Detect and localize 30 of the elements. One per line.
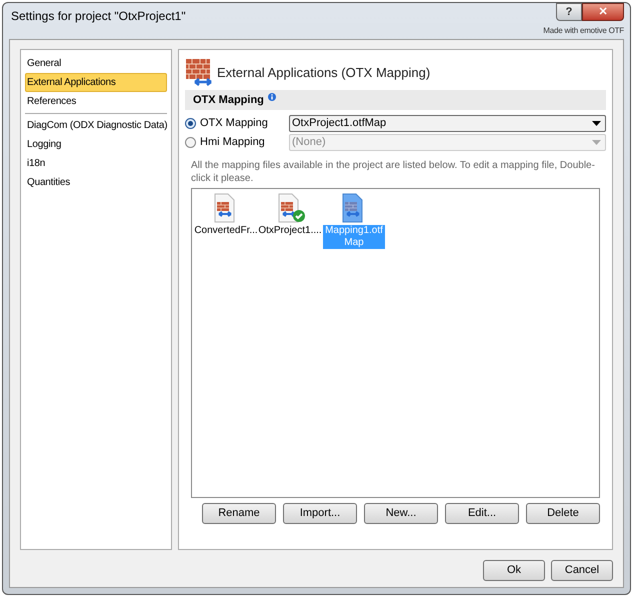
action-button[interactable]: Import... (283, 503, 357, 524)
action-button[interactable]: Edit... (445, 503, 519, 524)
radio-button[interactable] (185, 137, 196, 148)
hint-text: All the mapping files available in the project are listed below. To edit a mapping file, Double-click it please. (190, 159, 596, 185)
branding-label: Made with emotive OTF (543, 25, 624, 37)
sidebar-item[interactable]: General (25, 54, 167, 73)
sidebar-item[interactable]: Logging (25, 135, 167, 154)
sidebar-item[interactable]: References (25, 92, 167, 111)
sidebar-item[interactable]: External Applications (25, 73, 167, 92)
window-title: Settings for project "OtxProject1" (10, 8, 186, 25)
info-icon (268, 93, 276, 101)
radio-button[interactable] (185, 118, 196, 129)
sidebar-item[interactable]: DiagCom (ODX Diagnostic Data) (25, 116, 167, 135)
page-title: External Applications (OTX Mapping) (217, 64, 430, 82)
section-header: OTX Mapping (185, 90, 606, 110)
file-item[interactable]: OtxProject1.... (257, 225, 323, 237)
help-button[interactable]: ? (556, 3, 582, 21)
action-button[interactable]: Delete (526, 503, 600, 524)
radio-label[interactable]: OTX Mapping (200, 115, 268, 132)
dropdown-field[interactable]: OtxProject1.otfMap (289, 115, 606, 132)
dialog-button[interactable]: Cancel (551, 560, 613, 581)
caret-icon (592, 140, 601, 145)
radio-label[interactable]: Hmi Mapping (200, 134, 265, 151)
dialog-button[interactable]: Ok (483, 560, 545, 581)
file-item[interactable]: ConvertedFr... (193, 225, 259, 237)
caret-icon (592, 121, 601, 126)
action-button[interactable]: New... (364, 503, 438, 524)
sidebar-item[interactable]: Quantities (25, 173, 167, 192)
action-button[interactable]: Rename (202, 503, 276, 524)
sidebar-item[interactable]: i18n (25, 154, 167, 173)
